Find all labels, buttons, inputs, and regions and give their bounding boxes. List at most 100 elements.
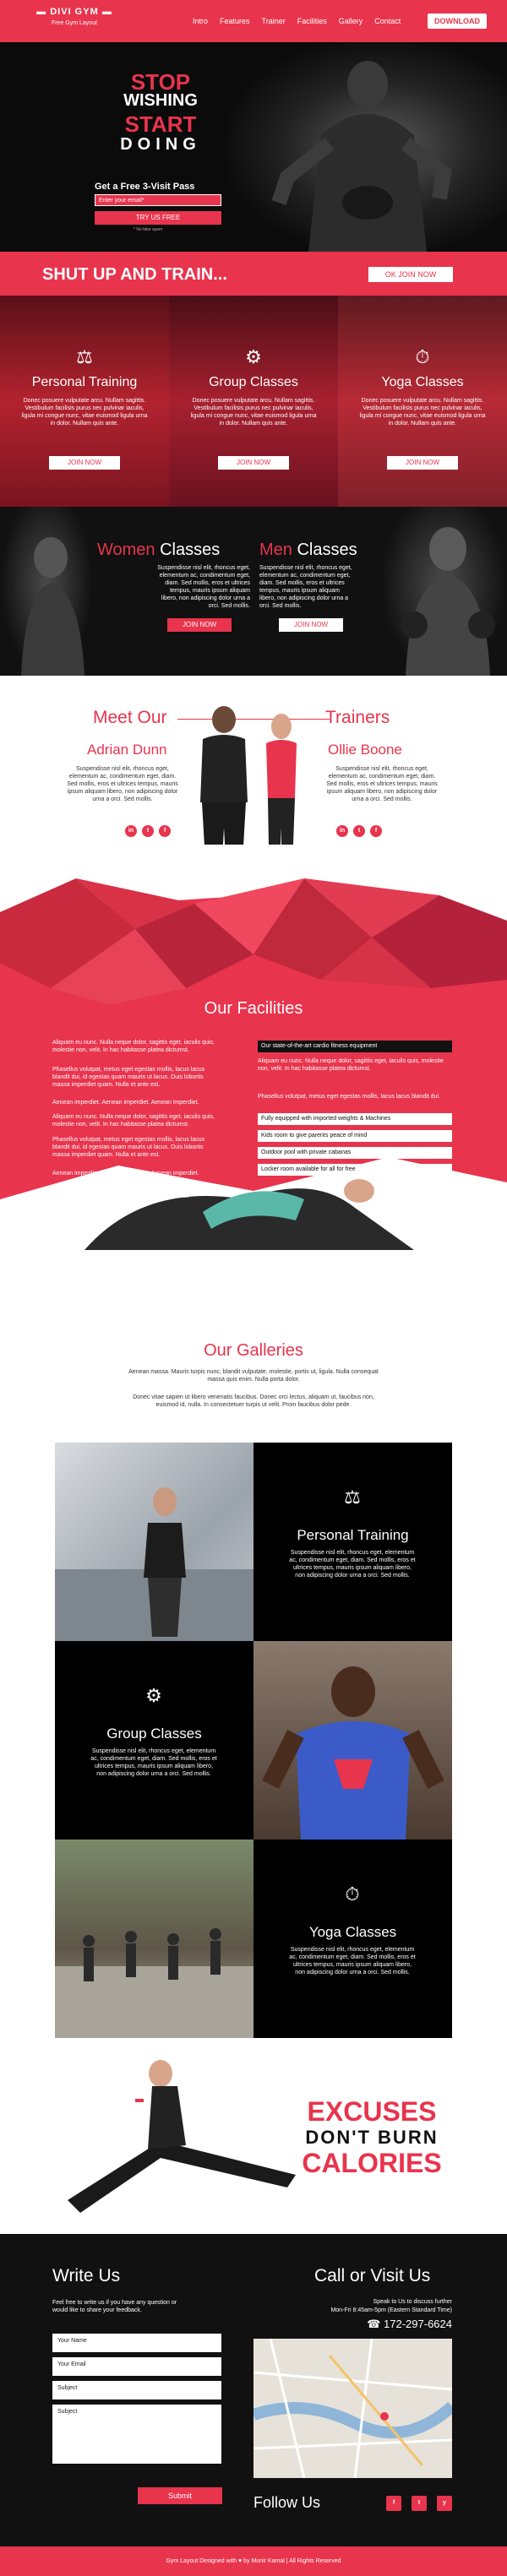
class-card-yoga: ⏱ Yoga Classes Donec posuere vulputate a… (338, 296, 507, 507)
twitter-icon[interactable]: t (353, 825, 365, 837)
menu-item-gallery[interactable]: Gallery (339, 17, 363, 25)
facility-paragraph: Aliquam eu nunc. Nulla neque dolor, sagi… (52, 1186, 215, 1199)
join-now-button[interactable]: OK JOIN NOW (368, 267, 453, 282)
logo[interactable]: ▬ DIVI GYM ▬ Free Gym Layout (32, 7, 117, 26)
stopwatch-icon: ⏱ (345, 1883, 360, 1905)
gallery-tile-title: Personal Training (297, 1527, 409, 1543)
class-join-button[interactable]: JOIN NOW (49, 456, 120, 470)
stopwatch-icon: ⏱ (415, 346, 430, 367)
twitter-icon[interactable]: t (412, 2496, 427, 2511)
women-classes-title: Women Classes (97, 541, 220, 560)
twitter-icon[interactable]: t (142, 825, 154, 837)
class-title: Group Classes (209, 375, 298, 389)
women-classes-desc: Suspendisse nisl elit, rhoncus eget, ele… (157, 565, 250, 609)
write-us-desc: Feel free to write us if you have any qu… (52, 2300, 177, 2313)
location-map[interactable] (254, 2339, 452, 2478)
linkedin-icon[interactable]: in (125, 825, 137, 837)
submit-button[interactable]: Submit (138, 2487, 222, 2504)
facility-list-item: Fully equipped with imported weights & M… (258, 1113, 452, 1125)
class-join-button[interactable]: JOIN NOW (387, 456, 458, 470)
women-title-rest: Classes (155, 541, 221, 559)
free-pass-title: Get a Free 3-Visit Pass (95, 182, 195, 192)
download-button[interactable]: DOWNLOAD (428, 14, 487, 29)
hero-section: STOP WISHING START DOING Get a Free 3-Vi… (0, 42, 507, 252)
shut-up-band: SHUT UP AND TRAIN... OK JOIN NOW (0, 252, 507, 296)
gallery-tile-group: ⚙ Group Classes Suspendisse nisl elit, r… (55, 1641, 254, 1840)
footer-section: Write Us Feel free to write us if you ha… (0, 2234, 507, 2546)
dumbbell-icon-right: ▬ (101, 7, 112, 17)
galleries-title: Our Galleries (204, 1341, 303, 1360)
follow-us-title: Follow Us (254, 2494, 321, 2511)
write-us-title: Write Us (52, 2266, 121, 2285)
plank-woman-photo (68, 2060, 296, 2213)
gallery-tile-title: Yoga Classes (308, 1924, 397, 1940)
class-desc: Donec posuere vulputate arcu. Nullam sag… (21, 398, 148, 427)
facebook-icon[interactable]: f (386, 2496, 401, 2511)
gallery-photo-yoga (55, 1840, 254, 2038)
gallery-tile-personal: ⚖ Personal Training Suspendisse nisl eli… (254, 1443, 452, 1641)
class-desc: Donec posuere vulputate arcu. Nullam sag… (190, 398, 317, 427)
hero-line-wishing: WISHING (123, 91, 198, 110)
facilities-title: Our Facilities (204, 999, 303, 1018)
weightlifter-icon: ⚖ (344, 1486, 361, 1508)
excuses-line1: EXCUSES (307, 2096, 437, 2127)
facility-list-text: Aliquam eu nunc. Nulla neque dolor, sagi… (258, 1058, 444, 1072)
dumbbell-icon: ▬ (36, 7, 47, 17)
phone-icon: ☎ (367, 2318, 381, 2330)
menu-item-contact[interactable]: Contact (374, 17, 401, 25)
hero-line-start: START (124, 111, 197, 137)
try-free-button[interactable]: TRY US FREE (95, 211, 221, 225)
message-textarea[interactable]: Subject (52, 2405, 221, 2464)
facebook-icon[interactable]: f (159, 825, 171, 837)
facility-paragraph: Aenean imperdiet. Aenean imperdiet. Aene… (52, 1171, 199, 1177)
hero-image (228, 42, 507, 252)
women-title-accent: Women (97, 541, 155, 559)
menu-item-features[interactable]: Features (220, 17, 250, 25)
weightlifter-icon: ⚖ (76, 346, 93, 367)
women-join-button[interactable]: JOIN NOW (167, 618, 232, 632)
hero-line-doing: DOING (120, 135, 201, 154)
class-join-button[interactable]: JOIN NOW (218, 456, 289, 470)
hero-email-input[interactable]: Enter your email* (95, 194, 221, 206)
phone-number: ☎ 172-297-6624 (363, 2318, 452, 2331)
men-title-rest: Classes (292, 541, 357, 559)
email-input[interactable]: Your Email (52, 2357, 221, 2376)
linkedin-icon[interactable]: in (336, 825, 348, 837)
class-card-group: ⚙ Group Classes Donec posuere vulputate … (169, 296, 338, 507)
gallery-tile-desc: Suspendisse nisl elit, rhoncus eget, ele… (289, 1947, 416, 1975)
class-desc: Donec posuere vulputate arcu. Nullam sag… (359, 398, 486, 427)
menu-item-facilities[interactable]: Facilities (297, 17, 327, 25)
facility-paragraph: Aliquam eu nunc. Nulla neque dolor, sagi… (52, 1114, 215, 1128)
name-input[interactable]: Your Name (52, 2334, 221, 2352)
facility-list-item: Outdoor pool with private cabanas (258, 1147, 452, 1159)
gallery-photo-athlete (254, 1641, 452, 1840)
youtube-icon[interactable]: y (437, 2496, 452, 2511)
gallery-tile-desc: Suspendisse nisl elit, rhoncus eget, ele… (289, 1550, 416, 1579)
subject-input[interactable]: Subject (52, 2381, 221, 2399)
facility-paragraph: Phasellus volutpat, metus eget egestas m… (52, 1137, 205, 1158)
facility-paragraph: Phasellus volutpat, metus eget egestas m… (52, 1067, 205, 1088)
facebook-icon[interactable]: f (370, 825, 382, 837)
menu-item-intro[interactable]: Intro (193, 17, 208, 25)
trainers-heading-right: Trainers (325, 708, 390, 727)
men-title-accent: Men (259, 541, 292, 559)
logo-title: ▬ DIVI GYM ▬ (32, 7, 117, 17)
page: ▬ DIVI GYM ▬ Free Gym Layout Intro Featu… (0, 0, 507, 2576)
galleries-intro: Aenean massa. Mauris turpis nunc, blandi… (128, 1369, 379, 1383)
facility-paragraph: Aliquam eu nunc. Nulla neque dolor, sagi… (52, 1040, 215, 1053)
gallery-photo-gym (55, 1443, 254, 1641)
phone-text: 172-297-6624 (384, 2318, 452, 2330)
excuses-line2: DON'T BURN (305, 2127, 439, 2148)
facility-list-item: Locker room available for all for free (258, 1164, 452, 1176)
facility-paragraph: Aenean imperdiet. Aenean imperdiet. Aene… (52, 1100, 199, 1106)
trainer-name-left: Adrian Dunn (87, 742, 167, 758)
no-spam-note: * No fake spam (134, 227, 163, 232)
men-classes-title: Men Classes (259, 541, 357, 560)
gallery-tile-desc: Suspendisse nisl elit, rhoncus eget, ele… (90, 1748, 217, 1777)
men-join-button[interactable]: JOIN NOW (279, 618, 343, 632)
call-desc: Speak to Us to discuss further (373, 2299, 452, 2305)
call-us-title: Call or Visit Us (314, 2266, 431, 2285)
main-menu: Intro Features Trainer Facilities Galler… (193, 17, 401, 25)
menu-item-trainer[interactable]: Trainer (262, 17, 286, 25)
men-photo (380, 507, 507, 676)
